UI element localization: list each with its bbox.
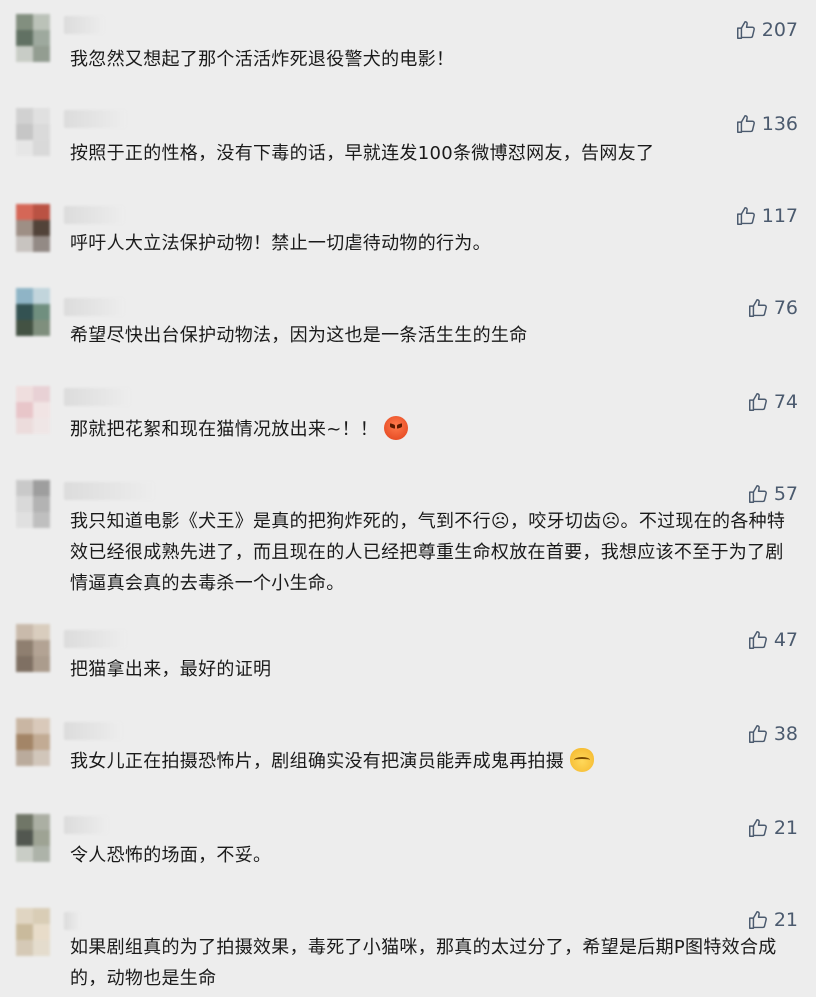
like-count: 76 (773, 297, 798, 319)
thumbs-up-icon (748, 299, 767, 317)
thumbs-up-icon (736, 115, 755, 133)
like-count: 21 (773, 909, 798, 931)
nickname[interactable] (64, 630, 126, 648)
like-count: 57 (773, 483, 798, 505)
like-button[interactable]: 207 (735, 18, 798, 42)
comment-item: 136 按照于正的性格，没有下毒的话，早就连发100条微博怼网友，告网友了 (0, 108, 816, 188)
like-button[interactable]: 76 (747, 296, 798, 320)
avatar[interactable] (16, 386, 50, 434)
nickname[interactable] (64, 16, 104, 34)
avatar[interactable] (16, 908, 50, 956)
nickname[interactable] (64, 722, 122, 740)
comment-text: 呼吁人大立法保护动物！禁止一切虐待动物的行为。 (70, 233, 491, 254)
comment-text-body: 那就把花絮和现在猫情况放出来~！！ (70, 419, 379, 440)
thumbs-up-icon (748, 819, 767, 837)
thumbs-up-icon (736, 207, 755, 225)
comment-item: 21 如果剧组真的为了拍摄效果，毒死了小猫咪，那真的太过分了，希望是后期P图特效… (0, 904, 816, 994)
avatar[interactable] (16, 288, 50, 336)
like-button[interactable]: 57 (747, 482, 798, 506)
comment-text: 令人恐怖的场面，不妥。 (70, 845, 272, 866)
thumbs-up-icon (748, 631, 767, 649)
comment-item: 47 把猫拿出来，最好的证明 (0, 624, 816, 704)
like-count: 74 (773, 391, 798, 413)
comment-item: 38 我女儿正在拍摄恐怖片，剧组确实没有把演员能弄成鬼再拍摄 (0, 718, 816, 798)
comment-item: 207 我忽然又想起了那个活活炸死退役警犬的电影！ (0, 14, 816, 94)
avatar[interactable] (16, 108, 50, 156)
like-count: 21 (773, 817, 798, 839)
thumbs-up-icon (748, 485, 767, 503)
like-count: 207 (761, 19, 798, 41)
avatar[interactable] (16, 718, 50, 766)
thumbs-up-icon (748, 911, 767, 929)
grinning-cat-face-icon (570, 748, 595, 772)
comment-text: 希望尽快出台保护动物法，因为这也是一条活生生的生命 (70, 325, 528, 346)
avatar[interactable] (16, 204, 50, 252)
avatar[interactable] (16, 624, 50, 672)
like-count: 136 (761, 113, 798, 135)
like-count: 47 (773, 629, 798, 651)
nickname[interactable] (64, 298, 124, 316)
nickname[interactable] (64, 816, 108, 834)
comment-text: 那就把花絮和现在猫情况放出来~！！ (70, 414, 800, 445)
comment-text: 如果剧组真的为了拍摄效果，毒死了小猫咪，那真的太过分了，希望是后期P图特效合成的… (70, 937, 777, 989)
comment-text: 我忽然又想起了那个活活炸死退役警犬的电影！ (70, 49, 455, 70)
comment-text: 按照于正的性格，没有下毒的话，早就连发100条微博怼网友，告网友了 (70, 143, 655, 164)
nickname[interactable] (64, 388, 130, 406)
thumbs-up-icon (736, 21, 755, 39)
comment-text: 把猫拿出来，最好的证明 (70, 659, 272, 680)
avatar[interactable] (16, 480, 50, 528)
thumbs-up-icon (748, 725, 767, 743)
comment-item: 76 希望尽快出台保护动物法，因为这也是一条活生生的生命 (0, 288, 816, 372)
like-button[interactable]: 21 (747, 816, 798, 840)
nickname[interactable] (64, 482, 154, 500)
like-button[interactable]: 47 (747, 628, 798, 652)
like-button[interactable]: 74 (747, 390, 798, 414)
like-count: 117 (761, 205, 798, 227)
comment-item: 21 令人恐怖的场面，不妥。 (0, 812, 816, 892)
comment-text-body: 我女儿正在拍摄恐怖片，剧组确实没有把演员能弄成鬼再拍摄 (70, 751, 565, 772)
like-button[interactable]: 21 (747, 908, 798, 932)
comment-text: 我女儿正在拍摄恐怖片，剧组确实没有把演员能弄成鬼再拍摄 (70, 746, 800, 777)
nickname[interactable] (64, 110, 126, 128)
angry-face-icon (384, 416, 409, 440)
nickname[interactable] (64, 912, 80, 930)
like-count: 38 (773, 723, 798, 745)
like-button[interactable]: 38 (747, 722, 798, 746)
avatar[interactable] (16, 814, 50, 862)
avatar[interactable] (16, 14, 50, 62)
comment-text: 我只知道电影《犬王》是真的把狗炸死的，气到不行☹，咬牙切齿☹。不过现在的各种特效… (70, 511, 786, 594)
comment-item: 57 我只知道电影《犬王》是真的把狗炸死的，气到不行☹，咬牙切齿☹。不过现在的各… (0, 478, 816, 608)
like-button[interactable]: 117 (735, 204, 798, 228)
thumbs-up-icon (748, 393, 767, 411)
like-button[interactable]: 136 (735, 112, 798, 136)
comment-item: 117 呼吁人大立法保护动物！禁止一切虐待动物的行为。 (0, 200, 816, 280)
nickname[interactable] (64, 206, 124, 224)
comment-item: 74 那就把花絮和现在猫情况放出来~！！ (0, 386, 816, 466)
